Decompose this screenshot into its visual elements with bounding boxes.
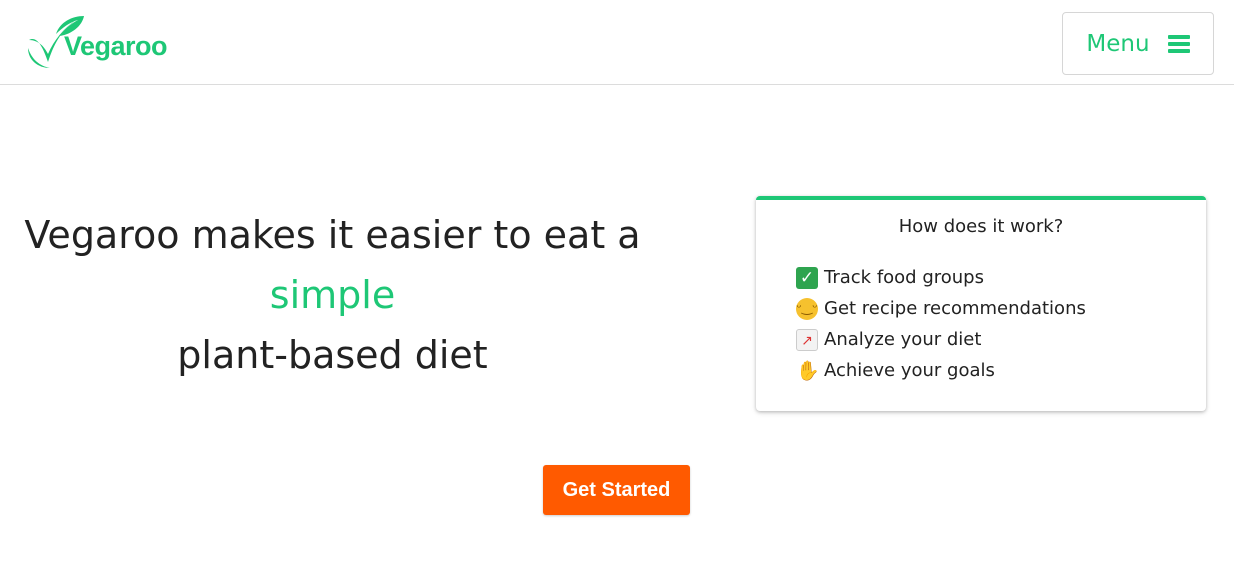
how-it-works-card: How does it work? ✓ Track food groups ᵕ‿… [756,196,1206,411]
list-item: ᵕ‿ᵕ Get recipe recommendations [796,293,1086,324]
chart-increasing-icon: ↗ [796,328,818,351]
step-label: Analyze your diet [824,329,982,350]
hero-highlight-word: simple [269,273,396,317]
menu-label: Menu [1086,30,1150,57]
check-mark-icon: ✓ [796,266,818,289]
step-label: Track food groups [824,267,984,288]
list-item: ✋ Achieve your goals [796,355,1086,386]
hamburger-icon [1167,34,1190,53]
vegaroo-logo[interactable]: Vegaroo [26,14,168,70]
yum-face-icon: ᵕ‿ᵕ [796,297,818,320]
steps-list: ✓ Track food groups ᵕ‿ᵕ Get recipe recom… [796,262,1086,386]
step-label: Get recipe recommendations [824,298,1086,319]
top-navbar: Vegaroo Menu [0,0,1234,85]
step-label: Achieve your goals [824,360,995,381]
card-title: How does it work? [898,216,1064,237]
logo-text: Vegaroo [64,31,168,61]
raising-hands-icon: ✋ [796,359,820,382]
hero-line-1: Vegaroo makes it easier to eat a [24,213,641,257]
list-item: ↗ Analyze your diet [796,324,1086,355]
get-started-button[interactable]: Get Started [543,465,690,515]
hero-line-3: plant-based diet [177,333,488,377]
hero-headline: Vegaroo makes it easier to eat a simple … [0,205,665,385]
menu-button[interactable]: Menu [1062,12,1214,75]
list-item: ✓ Track food groups [796,262,1086,293]
